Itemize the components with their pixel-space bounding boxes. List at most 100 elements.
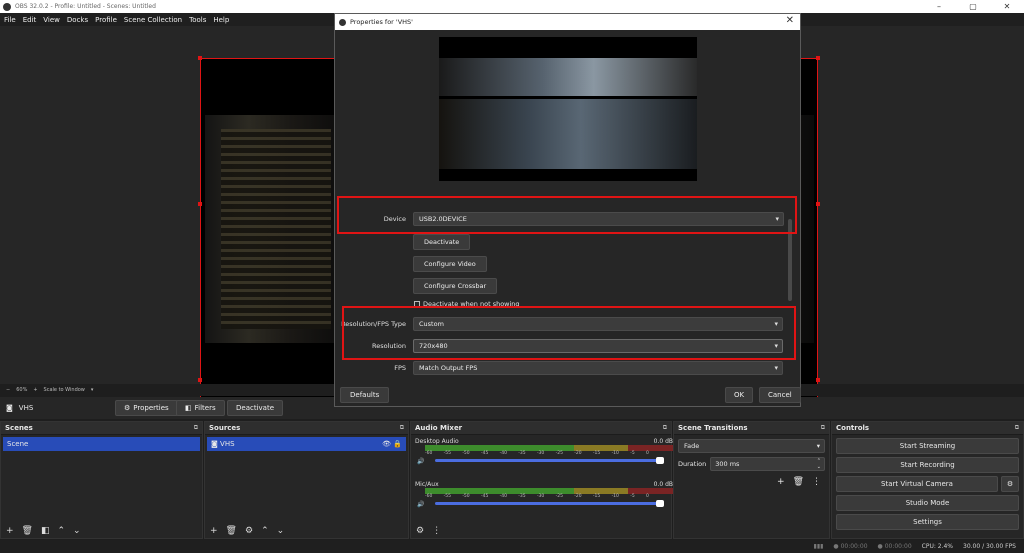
video-detail xyxy=(221,129,331,329)
resize-handle[interactable] xyxy=(198,378,202,382)
window-title: OBS 32.0.2 - Profile: Untitled - Scenes:… xyxy=(15,3,156,10)
menu-docks[interactable]: Docks xyxy=(67,16,88,24)
scene-transitions-dock: Scene Transitions ⧉ Fade ▾ Duration 300 m… xyxy=(673,421,830,539)
menu-scene-collection[interactable]: Scene Collection xyxy=(124,16,182,24)
more-icon[interactable]: ⋮ xyxy=(432,526,441,536)
mixer-settings-icon[interactable]: ⚙ xyxy=(416,526,424,536)
zoom-out-icon[interactable]: − xyxy=(6,387,10,393)
resolution-highlight-box xyxy=(342,306,796,360)
undock-icon[interactable]: ⧉ xyxy=(194,424,198,432)
resize-handle[interactable] xyxy=(198,56,202,60)
cancel-button[interactable]: Cancel xyxy=(759,387,801,403)
close-icon[interactable]: ✕ xyxy=(786,15,794,26)
virtual-camera-settings-icon[interactable]: ⚙ xyxy=(1001,476,1019,492)
fps-row: FPS Match Output FPS ▾ xyxy=(335,360,795,376)
device-highlight-box xyxy=(337,196,797,234)
trash-icon[interactable]: 🗑 xyxy=(793,477,804,487)
gear-icon: ⚙ xyxy=(124,404,131,412)
scale-dropdown-icon[interactable]: ▾ xyxy=(91,387,94,393)
trash-icon[interactable]: 🗑 xyxy=(226,526,237,536)
ok-button[interactable]: OK xyxy=(725,387,754,403)
menu-file[interactable]: File xyxy=(4,16,16,24)
speaker-icon[interactable]: 🔊 xyxy=(417,501,424,508)
duration-spinbox[interactable]: 300 ms ⌃ ⌄ xyxy=(710,457,825,471)
chevron-up-icon[interactable]: ⌃ xyxy=(261,526,269,536)
scale-mode[interactable]: Scale to Window xyxy=(44,387,85,393)
defaults-button[interactable]: Defaults xyxy=(340,387,390,403)
trash-icon[interactable]: 🗑 xyxy=(22,526,33,536)
mixer-title: Audio Mixer xyxy=(415,424,463,432)
undock-icon[interactable]: ⧉ xyxy=(821,424,825,432)
track-db: 0.0 dB xyxy=(653,481,673,488)
menu-edit[interactable]: Edit xyxy=(23,16,37,24)
lock-icon[interactable]: 🔒 xyxy=(393,440,402,448)
undock-icon[interactable]: ⧉ xyxy=(1015,424,1019,432)
chevron-down-icon[interactable]: ⌄ xyxy=(277,526,285,536)
zoom-in-icon[interactable]: + xyxy=(33,387,37,393)
add-icon[interactable]: + xyxy=(777,477,785,487)
chevron-down-icon[interactable]: ⌄ xyxy=(73,526,81,536)
properties-dialog: Properties for 'VHS' ✕ Device USB2.0DEVI… xyxy=(334,13,801,407)
chevron-down-icon: ▾ xyxy=(816,442,820,450)
spin-arrows-icon[interactable]: ⌃ ⌄ xyxy=(817,458,821,470)
dialog-title-bar: Properties for 'VHS' ✕ xyxy=(335,14,800,30)
mixer-track: Desktop Audio 0.0 dB -60 -55 -50 -45 -40 -35 -3… xyxy=(415,438,673,465)
undock-icon[interactable]: ⧉ xyxy=(663,424,667,432)
maximize-icon[interactable]: ▢ xyxy=(956,0,990,13)
start-recording-button[interactable]: Start Recording xyxy=(836,457,1019,473)
menu-view[interactable]: View xyxy=(43,16,60,24)
record-time: ● 00:00:00 xyxy=(877,543,912,550)
sources-title: Sources xyxy=(209,424,241,432)
resize-handle[interactable] xyxy=(816,56,820,60)
deactivate-button[interactable]: Deactivate xyxy=(227,400,284,416)
volume-slider[interactable] xyxy=(435,500,664,507)
configure-crossbar-button[interactable]: Configure Crossbar xyxy=(413,278,498,294)
camera-icon: ◙ xyxy=(211,440,218,448)
menu-help[interactable]: Help xyxy=(213,16,229,24)
source-list-item[interactable]: ◙ VHS 👁 🔒 xyxy=(207,437,406,451)
resize-handle[interactable] xyxy=(198,202,202,206)
controls-dock: Controls ⧉ Start Streaming Start Recordin… xyxy=(831,421,1024,539)
start-virtual-camera-button[interactable]: Start Virtual Camera xyxy=(836,476,998,492)
cpu-usage: CPU: 2.4% xyxy=(921,543,954,550)
start-streaming-button[interactable]: Start Streaming xyxy=(836,438,1019,454)
resize-handle[interactable] xyxy=(816,378,820,382)
close-window-icon[interactable]: ✕ xyxy=(990,0,1024,13)
fps-label: FPS xyxy=(394,364,406,372)
chevron-down-icon: ▾ xyxy=(774,364,778,372)
track-db: 0.0 dB xyxy=(653,438,673,445)
scenes-title: Scenes xyxy=(5,424,33,432)
minimize-icon[interactable]: – xyxy=(922,0,956,13)
audio-mixer-dock: Audio Mixer ⧉ Desktop Audio 0.0 dB -60 -55-… xyxy=(410,421,673,539)
transition-select[interactable]: Fade ▾ xyxy=(678,439,825,453)
resize-handle[interactable] xyxy=(816,202,820,206)
obs-logo-icon xyxy=(3,2,11,11)
status-bar: ▮▮▮ ● 00:00:00 ● 00:00:00 CPU: 2.4% 30.0… xyxy=(0,540,1024,553)
filters-button[interactable]: ◧ Filters xyxy=(176,400,225,416)
add-icon[interactable]: + xyxy=(6,526,14,536)
filter-icon[interactable]: ◧ xyxy=(41,526,50,536)
menu-profile[interactable]: Profile xyxy=(95,16,117,24)
configure-video-button[interactable]: Configure Video xyxy=(413,256,487,272)
slider-knob[interactable] xyxy=(656,457,664,464)
gear-icon[interactable]: ⚙ xyxy=(245,526,253,536)
eye-icon[interactable]: 👁 xyxy=(382,440,391,448)
chevron-up-icon[interactable]: ⌃ xyxy=(58,526,66,536)
fps-select[interactable]: Match Output FPS ▾ xyxy=(413,361,783,375)
add-icon[interactable]: + xyxy=(210,526,218,536)
deactivate-device-button[interactable]: Deactivate xyxy=(413,234,471,250)
scene-list-item[interactable]: Scene xyxy=(3,437,200,451)
dialog-video-preview xyxy=(439,37,697,181)
settings-button[interactable]: Settings xyxy=(836,514,1019,530)
slider-knob[interactable] xyxy=(656,500,664,507)
menu-tools[interactable]: Tools xyxy=(189,16,206,24)
properties-button[interactable]: ⚙ Properties xyxy=(115,400,178,416)
volume-slider[interactable] xyxy=(435,457,664,464)
studio-mode-button[interactable]: Studio Mode xyxy=(836,495,1019,511)
undock-icon[interactable]: ⧉ xyxy=(400,424,404,432)
title-bar: OBS 32.0.2 - Profile: Untitled - Scenes:… xyxy=(0,0,1024,13)
transitions-title: Scene Transitions xyxy=(678,424,748,432)
camera-icon: ◙ xyxy=(6,404,13,412)
speaker-icon[interactable]: 🔊 xyxy=(417,458,424,465)
more-icon[interactable]: ⋮ xyxy=(812,477,821,487)
